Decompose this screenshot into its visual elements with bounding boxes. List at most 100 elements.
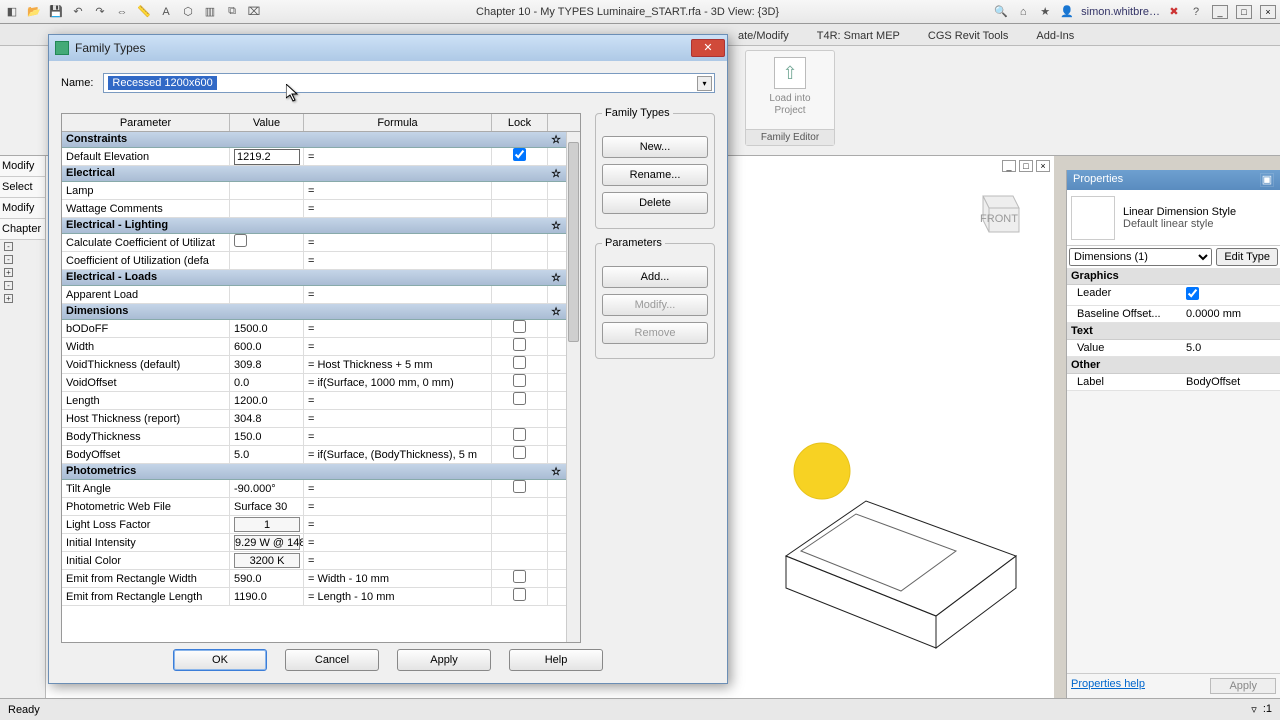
param-formula[interactable]: = [304, 234, 492, 252]
param-value[interactable] [230, 200, 304, 218]
param-value[interactable] [230, 148, 304, 166]
rename-type-button[interactable]: Rename... [602, 164, 708, 186]
parameter-row[interactable]: Lamp= [62, 182, 566, 200]
select-tool[interactable]: Select [0, 177, 45, 198]
parameter-row[interactable]: Emit from Rectangle Width590.0= Width - … [62, 570, 566, 588]
param-value[interactable]: -90.000° [230, 480, 304, 498]
dropdown-arrow-icon[interactable]: ▾ [697, 76, 712, 91]
maximize-button[interactable]: □ [1236, 5, 1252, 19]
add-parameter-button[interactable]: Add... [602, 266, 708, 288]
align-icon[interactable]: ⇔ [114, 4, 130, 20]
lock-checkbox[interactable] [513, 428, 526, 441]
param-formula[interactable]: = if(Surface, 1000 mm, 0 mm) [304, 374, 492, 392]
parameter-row[interactable]: Length1200.0= [62, 392, 566, 410]
props-row[interactable]: Baseline Offset...0.0000 mm [1067, 306, 1280, 323]
value-checkbox[interactable] [234, 234, 247, 247]
help-icon[interactable]: ? [1188, 4, 1204, 20]
parameter-row[interactable]: Wattage Comments= [62, 200, 566, 218]
parameter-row[interactable]: Calculate Coefficient of Utilizat= [62, 234, 566, 252]
lock-checkbox[interactable] [513, 148, 526, 161]
props-value[interactable] [1186, 287, 1276, 303]
param-formula[interactable]: = [304, 252, 492, 270]
lock-checkbox[interactable] [513, 446, 526, 459]
param-formula[interactable]: = [304, 498, 492, 516]
props-group-header[interactable]: Other [1067, 357, 1280, 374]
properties-help-link[interactable]: Properties help [1071, 678, 1145, 694]
param-value[interactable]: 9.29 W @ 148 [230, 534, 304, 552]
param-formula[interactable]: = [304, 552, 492, 570]
param-value[interactable]: 5.0 [230, 446, 304, 464]
props-group-header[interactable]: Text [1067, 323, 1280, 340]
lock-checkbox[interactable] [513, 392, 526, 405]
modify-parameter-button[interactable]: Modify... [602, 294, 708, 316]
param-formula[interactable]: = [304, 320, 492, 338]
modify-tool[interactable]: Modify [0, 156, 45, 177]
param-value[interactable]: 590.0 [230, 570, 304, 588]
parameter-row[interactable]: Width600.0= [62, 338, 566, 356]
lock-checkbox[interactable] [513, 588, 526, 601]
param-formula[interactable]: = if(Surface, (BodyThickness), 5 m [304, 446, 492, 464]
parameter-row[interactable]: VoidOffset0.0= if(Surface, 1000 mm, 0 mm… [62, 374, 566, 392]
app-menu-icon[interactable]: ◧ [4, 4, 20, 20]
new-type-button[interactable]: New... [602, 136, 708, 158]
tree-node[interactable]: + [0, 292, 45, 305]
group-header[interactable]: Electrical☆ [62, 166, 566, 182]
parameters-grid[interactable]: Parameter Value Formula Lock Constraints… [61, 113, 581, 643]
param-formula[interactable]: = [304, 480, 492, 498]
lock-checkbox[interactable] [513, 356, 526, 369]
tree-node[interactable]: - [0, 253, 45, 266]
type-name-dropdown[interactable]: Recessed 1200x600 ▾ [103, 73, 715, 93]
parameter-row[interactable]: Initial Intensity9.29 W @ 148= [62, 534, 566, 552]
value-button[interactable]: 9.29 W @ 148 [234, 535, 300, 550]
tab-cgs[interactable]: CGS Revit Tools [920, 27, 1017, 45]
tab-addins[interactable]: Add-Ins [1028, 27, 1082, 45]
lock-checkbox[interactable] [513, 480, 526, 493]
redo-icon[interactable]: ↷ [92, 4, 108, 20]
properties-close-icon[interactable]: ▣ [1260, 173, 1274, 187]
dialog-close-button[interactable]: ✕ [691, 39, 725, 57]
parameter-row[interactable]: Light Loss Factor1= [62, 516, 566, 534]
value-button[interactable]: 1 [234, 517, 300, 532]
view-cube[interactable]: FRONT [969, 186, 1024, 241]
help-button[interactable]: Help [509, 649, 603, 671]
props-row[interactable]: Value5.0 [1067, 340, 1280, 357]
tab-t4r[interactable]: T4R: Smart MEP [809, 27, 908, 45]
param-formula[interactable]: = [304, 148, 492, 166]
param-value[interactable] [230, 182, 304, 200]
lock-checkbox[interactable] [513, 338, 526, 351]
group-header[interactable]: Photometrics☆ [62, 464, 566, 480]
tree-node[interactable]: - [0, 240, 45, 253]
param-formula[interactable]: = [304, 338, 492, 356]
close-hidden-icon[interactable]: ⌧ [246, 4, 262, 20]
apply-button[interactable]: Apply [397, 649, 491, 671]
props-checkbox[interactable] [1186, 287, 1199, 300]
param-formula[interactable]: = Width - 10 mm [304, 570, 492, 588]
measure-icon[interactable]: 📏 [136, 4, 152, 20]
param-value[interactable]: 304.8 [230, 410, 304, 428]
parameter-row[interactable]: Emit from Rectangle Length1190.0= Length… [62, 588, 566, 606]
ok-button[interactable]: OK [173, 649, 267, 671]
param-formula[interactable]: = [304, 392, 492, 410]
header-lock[interactable]: Lock [492, 114, 548, 131]
selection-filter[interactable]: Dimensions (1) [1069, 248, 1212, 266]
param-value[interactable]: 150.0 [230, 428, 304, 446]
properties-apply-button[interactable]: Apply [1210, 678, 1276, 694]
view-restore-icon[interactable]: □ [1019, 160, 1033, 172]
section-icon[interactable]: ▥ [202, 4, 218, 20]
user-name[interactable]: simon.whitbre… [1081, 6, 1160, 18]
header-parameter[interactable]: Parameter [62, 114, 230, 131]
remove-parameter-button[interactable]: Remove [602, 322, 708, 344]
param-value[interactable]: 309.8 [230, 356, 304, 374]
save-icon[interactable]: 💾 [48, 4, 64, 20]
parameter-row[interactable]: Initial Color3200 K= [62, 552, 566, 570]
param-value[interactable]: 3200 K [230, 552, 304, 570]
group-header[interactable]: Constraints☆ [62, 132, 566, 148]
view-close-icon[interactable]: × [1036, 160, 1050, 172]
parameter-row[interactable]: BodyThickness150.0= [62, 428, 566, 446]
props-value[interactable]: 5.0 [1186, 342, 1276, 354]
three-d-icon[interactable]: ⬡ [180, 4, 196, 20]
header-formula[interactable]: Formula [304, 114, 492, 131]
close-button[interactable]: × [1260, 5, 1276, 19]
text-icon[interactable]: A [158, 4, 174, 20]
properties-header[interactable]: Properties ▣ [1067, 170, 1280, 190]
